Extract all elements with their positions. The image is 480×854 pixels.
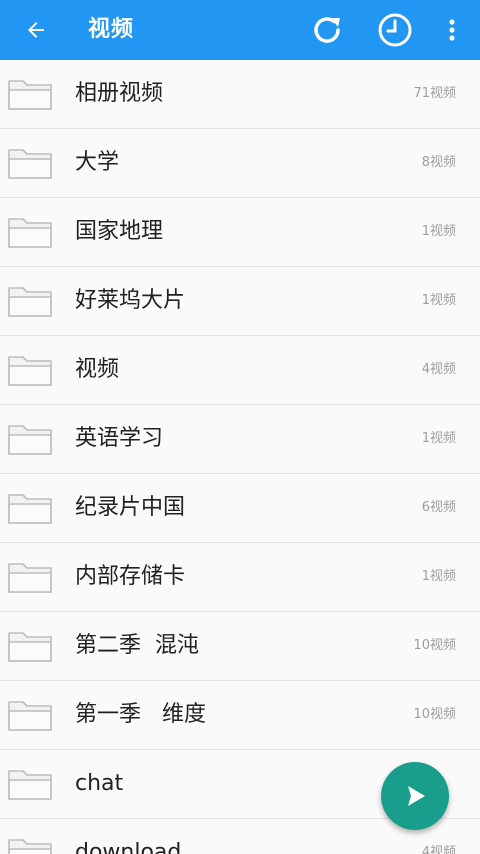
- folder-icon: [8, 839, 52, 854]
- more-vert-icon: [449, 19, 455, 41]
- app-bar: 视频: [0, 0, 480, 60]
- folder-row[interactable]: 英语学习 1视频: [0, 405, 480, 474]
- folder-name: 相册视频: [75, 81, 164, 106]
- folder-list: 相册视频 71视频 大学 8视频 国家地理 1视频 好莱坞大片 1视频 视频 4…: [0, 60, 480, 854]
- folder-name: 国家地理: [75, 219, 164, 244]
- video-count: 8视频: [421, 155, 456, 170]
- video-count: 1视频: [421, 293, 456, 308]
- folder-icon: [8, 425, 52, 455]
- folder-icon: [8, 770, 52, 800]
- folder-name: download: [75, 840, 182, 854]
- folder-row[interactable]: 第二季 混沌 10视频: [0, 612, 480, 681]
- video-count: 1视频: [421, 569, 456, 584]
- folder-row[interactable]: 纪录片中国 6视频: [0, 474, 480, 543]
- folder-icon: [8, 494, 52, 524]
- video-count: 6视频: [421, 500, 456, 515]
- folder-icon: [8, 218, 52, 248]
- more-options-button[interactable]: [432, 10, 472, 50]
- folder-row[interactable]: 好莱坞大片 1视频: [0, 267, 480, 336]
- refresh-button[interactable]: [307, 10, 347, 50]
- folder-row[interactable]: 相册视频 71视频: [0, 60, 480, 129]
- arrow-left-icon: [28, 22, 44, 38]
- folder-name: 第一季 维度: [75, 702, 206, 727]
- folder-name: chat: [75, 771, 124, 796]
- folder-name: 第二季 混沌: [75, 633, 199, 658]
- video-count: 10视频: [413, 638, 456, 653]
- page-title: 视频: [88, 17, 135, 42]
- folder-name: 内部存储卡: [75, 564, 186, 589]
- folder-name: 视频: [75, 357, 120, 382]
- folder-row[interactable]: 视频 4视频: [0, 336, 480, 405]
- folder-icon: [8, 80, 52, 110]
- history-button[interactable]: [375, 10, 415, 50]
- back-button[interactable]: [20, 14, 52, 46]
- folder-icon: [8, 356, 52, 386]
- folder-row[interactable]: 第一季 维度 10视频: [0, 681, 480, 750]
- play-icon: [408, 786, 425, 806]
- play-fab-button[interactable]: [381, 762, 449, 830]
- video-count: 71视频: [413, 86, 456, 101]
- history-clock-icon: [378, 13, 412, 47]
- folder-icon: [8, 287, 52, 317]
- folder-name: 好莱坞大片: [75, 288, 186, 313]
- folder-icon: [8, 701, 52, 731]
- folder-row[interactable]: 大学 8视频: [0, 129, 480, 198]
- folder-name: 英语学习: [75, 426, 164, 451]
- video-count: 10视频: [413, 707, 456, 722]
- folder-row[interactable]: 国家地理 1视频: [0, 198, 480, 267]
- video-count: 1视频: [421, 431, 456, 446]
- video-count: 1视频: [421, 224, 456, 239]
- folder-icon: [8, 632, 52, 662]
- video-count: 4视频: [421, 362, 456, 377]
- folder-icon: [8, 563, 52, 593]
- folder-name: 纪录片中国: [75, 495, 186, 520]
- refresh-icon: [314, 17, 340, 43]
- folder-icon: [8, 149, 52, 179]
- folder-name: 大学: [75, 150, 120, 175]
- folder-row[interactable]: 内部存储卡 1视频: [0, 543, 480, 612]
